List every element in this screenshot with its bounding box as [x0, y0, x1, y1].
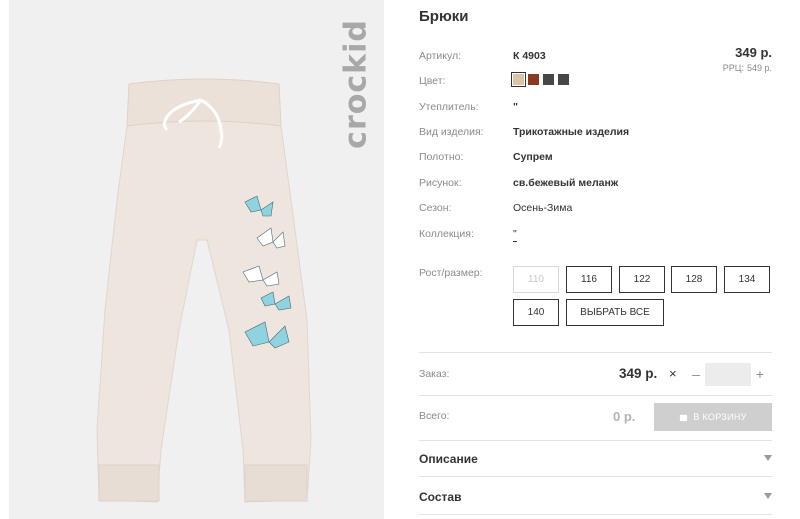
total-label: Всего: [419, 410, 450, 422]
order-label: Заказ: [419, 368, 450, 380]
add-to-cart-label: В КОРЗИНУ [693, 412, 747, 422]
size-button-134[interactable]: 134 [724, 266, 770, 293]
brand-logo: crockid [336, 4, 376, 164]
total-value: 0 р. [613, 409, 636, 424]
divider [419, 352, 772, 353]
pants-shape [96, 87, 312, 503]
chevron-down-icon [764, 493, 772, 499]
size-button-128[interactable]: 128 [671, 266, 717, 293]
price-rrp-label: РРЦ: [722, 63, 744, 73]
attr-season-value: Осень-Зима [513, 202, 573, 214]
price-rrp-value: 549 р. [746, 63, 772, 73]
attr-season-label: Сезон: [419, 202, 452, 214]
divider [419, 440, 772, 441]
times-sign: × [669, 366, 677, 381]
attr-pattern-label: Рисунок: [419, 177, 462, 189]
color-swatch-2[interactable] [528, 74, 539, 85]
color-swatch-1[interactable] [511, 72, 526, 87]
attr-fabric-label: Полотно: [419, 151, 464, 163]
divider [419, 514, 772, 515]
attr-fabric-value: Супрем [513, 151, 553, 163]
attr-article-value: К 4903 [513, 50, 546, 62]
price-rrp: РРЦ: 549 р. [720, 63, 772, 73]
attr-article-label: Артикул: [419, 50, 462, 62]
section-composition[interactable]: Состав [419, 490, 772, 510]
quantity-minus-button[interactable]: – [691, 366, 701, 382]
color-swatch-4[interactable] [558, 74, 569, 85]
attr-insulation-label: Утеплитель: [419, 101, 479, 113]
cart-icon [680, 414, 688, 421]
attr-collection-label: Коллекция: [419, 228, 474, 240]
attr-pattern-value: св.бежевый меланж [513, 177, 619, 189]
attr-type-label: Вид изделия: [419, 126, 484, 138]
size-button-122[interactable]: 122 [619, 266, 665, 293]
right-cuff [244, 464, 308, 502]
price-main: 349 р. [735, 45, 772, 60]
sizes-label: Рост/размер: [419, 267, 483, 279]
product-image-panel: crockid [9, 0, 384, 519]
quantity-plus-button[interactable]: + [755, 366, 765, 382]
section-description-title: Описание [419, 452, 478, 466]
divider [419, 476, 772, 477]
section-composition-title: Состав [419, 490, 462, 504]
size-button-116[interactable]: 116 [566, 266, 612, 293]
section-description[interactable]: Описание [419, 452, 772, 472]
divider [419, 395, 772, 396]
color-swatch-3[interactable] [543, 74, 554, 85]
attr-color-label: Цвет: [419, 75, 446, 87]
product-title: Брюки [419, 8, 469, 25]
brand-logo-text: crockid [338, 19, 374, 149]
attr-insulation-value: " [513, 101, 518, 113]
size-button-110[interactable]: 110 [513, 266, 559, 293]
size-button-140[interactable]: 140 [513, 299, 559, 326]
quantity-input[interactable] [705, 363, 751, 386]
select-all-sizes-button[interactable]: ВЫБРАТЬ ВСЕ [566, 299, 664, 326]
attr-type-value: Трикотажные изделия [513, 126, 630, 138]
product-photo[interactable] [69, 70, 329, 510]
left-cuff [98, 464, 160, 502]
order-price: 349 р. [619, 366, 658, 381]
attr-collection-value[interactable]: " [513, 228, 517, 242]
add-to-cart-button[interactable]: В КОРЗИНУ [654, 403, 772, 431]
color-swatches [511, 72, 569, 87]
chevron-down-icon [764, 455, 772, 461]
